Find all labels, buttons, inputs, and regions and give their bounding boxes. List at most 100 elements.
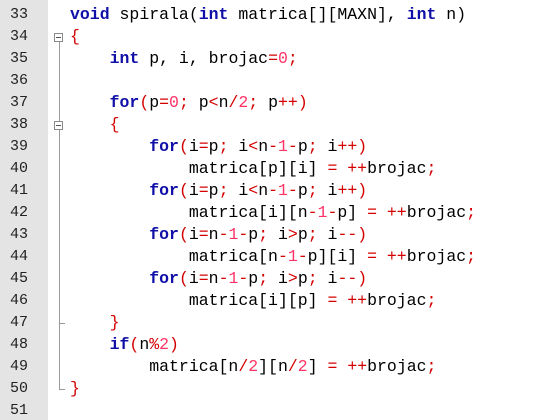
code-line[interactable]: 38 { <box>0 114 553 136</box>
code-text[interactable]: for(i=n-1-p; i>p; i--) <box>70 268 367 290</box>
code-text[interactable]: matrica[i][n-1-p] = ++brojac; <box>70 202 476 224</box>
text-token: p <box>248 225 259 244</box>
text-token: brojac <box>406 203 467 222</box>
keyword-token: for <box>149 181 179 200</box>
code-line[interactable]: 34 { <box>0 26 553 48</box>
text-token: p <box>248 269 259 288</box>
code-line[interactable]: 45 for(i=n-1-p; i>p; i--) <box>0 268 553 290</box>
number-token: 2 <box>159 335 170 354</box>
code-text[interactable]: for(i=p; i<n-1-p; i++) <box>70 136 367 158</box>
text-token: p <box>149 93 160 112</box>
text-token: i <box>268 225 288 244</box>
operator-token: = <box>327 159 338 178</box>
code-text[interactable]: for(i=n-1-p; i>p; i--) <box>70 224 367 246</box>
code-text[interactable]: int p, i, brojac=0; <box>70 48 298 70</box>
code-text[interactable]: if(n%2) <box>70 334 179 356</box>
operator-token: = <box>198 137 209 156</box>
code-text[interactable]: matrica[i][p] = ++brojac; <box>70 290 437 312</box>
code-editor[interactable]: 33 void spirala(int matrica[][MAXN], int … <box>0 0 553 420</box>
text-token: matrica[p][i] <box>188 159 328 178</box>
text-token: p] <box>337 203 368 222</box>
code-text[interactable]: matrica[n/2][n/2] = ++brojac; <box>70 356 436 378</box>
keyword-token: if <box>109 335 130 354</box>
line-number: 51 <box>9 402 28 419</box>
fold-function-body-collapse-icon[interactable] <box>54 33 63 42</box>
operator-token: ( <box>178 269 189 288</box>
text-token: p <box>297 225 308 244</box>
code-line[interactable]: 48 if(n%2) <box>0 334 553 356</box>
operator-token: = <box>268 49 278 68</box>
code-text[interactable]: for(i=p; i<n-1-p; i++) <box>70 180 367 202</box>
operator-token: - <box>238 269 249 288</box>
code-line[interactable]: 40 matrica[p][i] = ++brojac; <box>0 158 553 180</box>
number-token: 0 <box>277 49 288 68</box>
text-token: p][i] <box>307 247 368 266</box>
text-token: n) <box>436 5 467 24</box>
code-line[interactable]: 37 for(p=0; p<n/2; p++) <box>0 92 553 114</box>
code-text[interactable]: matrica[p][i] = ++brojac; <box>70 158 437 180</box>
operator-token: = <box>327 357 338 376</box>
code-text[interactable]: { <box>70 114 120 136</box>
line-number: 38 <box>9 116 28 133</box>
code-line[interactable]: 39 for(i=p; i<n-1-p; i++) <box>0 136 553 158</box>
line-number: 43 <box>9 226 28 243</box>
code-line[interactable]: 36 <box>0 70 553 92</box>
code-line[interactable]: 49 matrica[n/2][n/2] = ++brojac; <box>0 356 553 378</box>
code-text[interactable]: { <box>70 26 80 48</box>
operator-token: ; <box>258 225 269 244</box>
text-token: i <box>268 269 288 288</box>
operator-token: ; <box>426 159 437 178</box>
code-text[interactable]: for(p=0; p<n/2; p++) <box>70 92 308 114</box>
operator-token: ; <box>218 181 229 200</box>
operator-token: - <box>287 181 298 200</box>
operator-token: ++ <box>347 357 368 376</box>
operator-token: ++ <box>347 159 368 178</box>
operator-token: > <box>287 269 298 288</box>
text-token: p <box>297 137 308 156</box>
text-token: matrica[i][n <box>188 203 308 222</box>
text-token: i <box>317 181 338 200</box>
text-token: matrica[n <box>149 357 239 376</box>
code-text[interactable]: } <box>70 378 80 400</box>
code-line[interactable]: 51 <box>0 400 553 420</box>
operator-token: ++ <box>347 291 368 310</box>
code-line[interactable]: 42 matrica[i][n-1-p] = ++brojac; <box>0 202 553 224</box>
code-line[interactable]: 50} <box>0 378 553 400</box>
operator-token: - <box>307 203 318 222</box>
operator-token: - <box>218 269 229 288</box>
fold-for-loop-body-collapse-icon[interactable] <box>54 121 63 130</box>
number-token: 1 <box>317 203 328 222</box>
text-token: i <box>317 137 338 156</box>
code-line[interactable]: 46 matrica[i][p] = ++brojac; <box>0 290 553 312</box>
line-number: 37 <box>9 94 28 111</box>
code-line[interactable]: 47 } <box>0 312 553 334</box>
code-line[interactable]: 33 void spirala(int matrica[][MAXN], int … <box>0 4 553 26</box>
code-line[interactable]: 44 matrica[n-1-p][i] = ++brojac; <box>0 246 553 268</box>
text-token: p <box>188 93 209 112</box>
code-text[interactable]: matrica[n-1-p][i] = ++brojac; <box>70 246 476 268</box>
operator-token: - <box>268 181 278 200</box>
operator-token: - <box>297 247 308 266</box>
text-token: brojac <box>367 159 427 178</box>
text-token: i <box>317 269 338 288</box>
operator-token: ( <box>129 335 140 354</box>
code-line[interactable]: 35 int p, i, brojac=0; <box>0 48 553 70</box>
code-text[interactable]: } <box>70 312 120 334</box>
line-number: 50 <box>9 380 28 397</box>
code-line[interactable]: 43 for(i=n-1-p; i>p; i--) <box>0 224 553 246</box>
keyword-token: int <box>406 5 437 24</box>
operator-token: - <box>238 225 249 244</box>
operator-token: / <box>228 93 239 112</box>
operator-token: ++ <box>386 247 407 266</box>
text-token: n <box>258 181 269 200</box>
code-text[interactable]: void spirala(int matrica[][MAXN], int n) <box>70 4 466 26</box>
line-number: 45 <box>9 270 28 287</box>
code-line[interactable]: 41 for(i=p; i<n-1-p; i++) <box>0 180 553 202</box>
